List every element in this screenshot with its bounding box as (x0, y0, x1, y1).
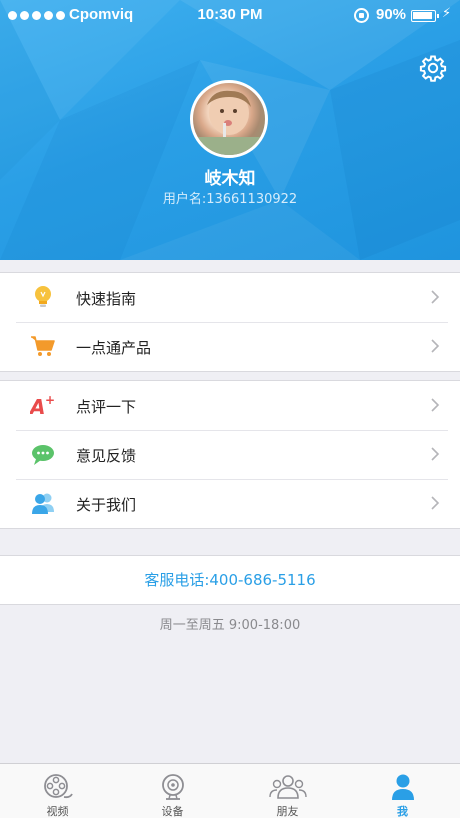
menu-item-label: 关于我们 (76, 496, 137, 514)
chevron-right-icon (431, 447, 440, 461)
menu-group-feedback: A + 点评一下 意见反馈 关于我们 (0, 380, 460, 529)
tab-friends[interactable]: 朋友 (230, 764, 345, 818)
battery-icon (411, 10, 439, 22)
profile-nickname: 岐木知 (204, 169, 256, 189)
tab-label: 视频 (46, 805, 69, 818)
charging-icon: ⚡ (442, 6, 452, 21)
lightbulb-icon (35, 286, 51, 307)
svg-text:+: + (45, 393, 55, 407)
customer-service-phone[interactable]: 客服电话:400-686-5116 (0, 555, 460, 605)
profile-header: Cpomviq 10:30 PM 90% ⚡ 岐木知 用户名:136611309… (0, 0, 460, 260)
friends-icon (268, 775, 307, 799)
person-icon (391, 774, 414, 800)
menu-item-label: 快速指南 (76, 290, 137, 308)
chat-bubble-icon (32, 445, 54, 465)
menu-item-feedback[interactable]: 意见反馈 (0, 430, 460, 479)
rotation-lock-icon (354, 8, 369, 23)
settings-gear-icon[interactable] (419, 54, 447, 82)
tab-device[interactable]: 设备 (115, 764, 230, 818)
chevron-right-icon (431, 290, 440, 304)
tab-label: 我 (397, 805, 408, 818)
tab-video[interactable]: 视频 (0, 764, 115, 818)
chevron-right-icon (431, 398, 440, 412)
menu-item-products[interactable]: 一点通产品 (0, 322, 460, 371)
cart-icon (31, 336, 55, 356)
menu-item-about[interactable]: 关于我们 (0, 479, 460, 528)
tab-bar: 视频 设备 朋友 我 (0, 763, 460, 818)
chevron-right-icon (431, 339, 440, 353)
chevron-right-icon (431, 496, 440, 510)
menu-item-label: 一点通产品 (76, 339, 152, 357)
tab-label: 朋友 (276, 805, 299, 818)
battery-percentage: 90% (376, 6, 407, 23)
menu-item-label: 意见反馈 (76, 447, 137, 465)
menu-item-rate[interactable]: A + 点评一下 (0, 381, 460, 430)
camera-icon (161, 774, 184, 800)
a-plus-icon: A + (30, 393, 55, 418)
status-bar: Cpomviq 10:30 PM 90% ⚡ (0, 0, 460, 32)
avatar[interactable] (190, 80, 268, 158)
menu-item-quick-guide[interactable]: 快速指南 (0, 273, 460, 322)
tab-label: 设备 (161, 805, 184, 818)
menu-item-label: 点评一下 (76, 398, 137, 416)
profile-account: 用户名:13661130922 (162, 192, 298, 207)
film-reel-icon (43, 774, 73, 799)
tab-me[interactable]: 我 (345, 764, 460, 818)
people-icon (32, 493, 54, 514)
svg-text:A: A (30, 395, 45, 418)
service-hours: 周一至周五 9:00-18:00 (159, 618, 301, 633)
menu-group-guides: 快速指南 一点通产品 (0, 272, 460, 372)
